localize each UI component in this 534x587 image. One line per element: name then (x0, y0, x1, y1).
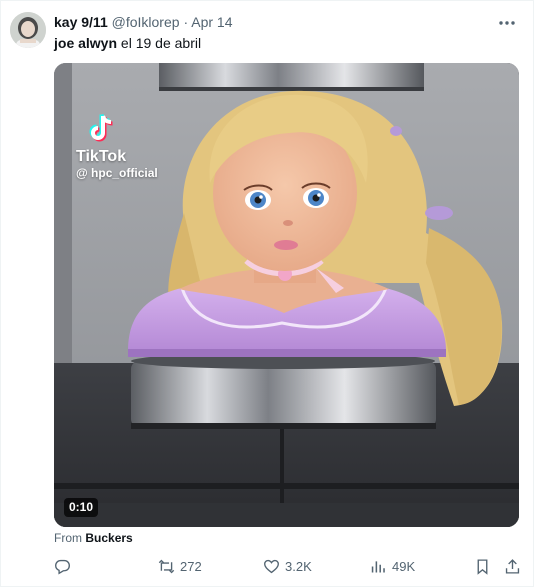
retweet-count: 272 (180, 558, 202, 574)
tweet-video[interactable]: TikTok @ hpc_official 0:10 (54, 63, 519, 527)
tweet-actions: 272 3.2K 49K (54, 556, 526, 576)
tiktok-icon (84, 111, 118, 145)
reply-icon (55, 559, 70, 575)
like-icon (264, 559, 279, 573)
like-count: 3.2K (285, 558, 312, 574)
tiktok-brand: TikTok (76, 148, 127, 165)
video-source-name[interactable]: Buckers (85, 531, 132, 545)
more-icon[interactable] (497, 13, 517, 33)
bookmark-button[interactable] (474, 556, 491, 576)
tiktok-watermark: TikTok @ hpc_official (76, 111, 158, 180)
author-handle[interactable]: @foIklorep (112, 14, 180, 30)
reply-button[interactable] (54, 556, 76, 576)
view-count: 49K (392, 558, 416, 574)
tweet-card[interactable]: kay 9/11 @foIklorep · Apr 14 joe alwyn e… (0, 0, 534, 587)
author-name[interactable]: kay 9/11 (54, 14, 108, 30)
retweet-button[interactable]: 272 (158, 556, 202, 576)
retweet-icon (158, 559, 175, 573)
share-icon (505, 558, 520, 574)
tweet-text: joe alwyn el 19 de abril (54, 35, 201, 52)
tweet-text-rest: el 19 de abril (117, 35, 202, 51)
views-button[interactable]: 49K (370, 556, 415, 576)
video-duration: 0:10 (64, 498, 99, 517)
tweet-text-bold: joe alwyn (54, 35, 118, 51)
tiktok-user: @ hpc_official (76, 166, 158, 180)
views-icon (371, 560, 385, 572)
video-source: From Buckers (54, 531, 133, 546)
avatar[interactable] (10, 12, 46, 48)
share-button[interactable] (504, 556, 521, 576)
tweet-header: kay 9/11 @foIklorep · Apr 14 (54, 14, 232, 31)
tweet-date[interactable]: Apr 14 (191, 14, 232, 30)
video-source-prefix: From (54, 531, 86, 545)
bookmark-icon (477, 558, 488, 575)
like-button[interactable]: 3.2K (263, 556, 312, 576)
header-separator: · (183, 14, 189, 30)
